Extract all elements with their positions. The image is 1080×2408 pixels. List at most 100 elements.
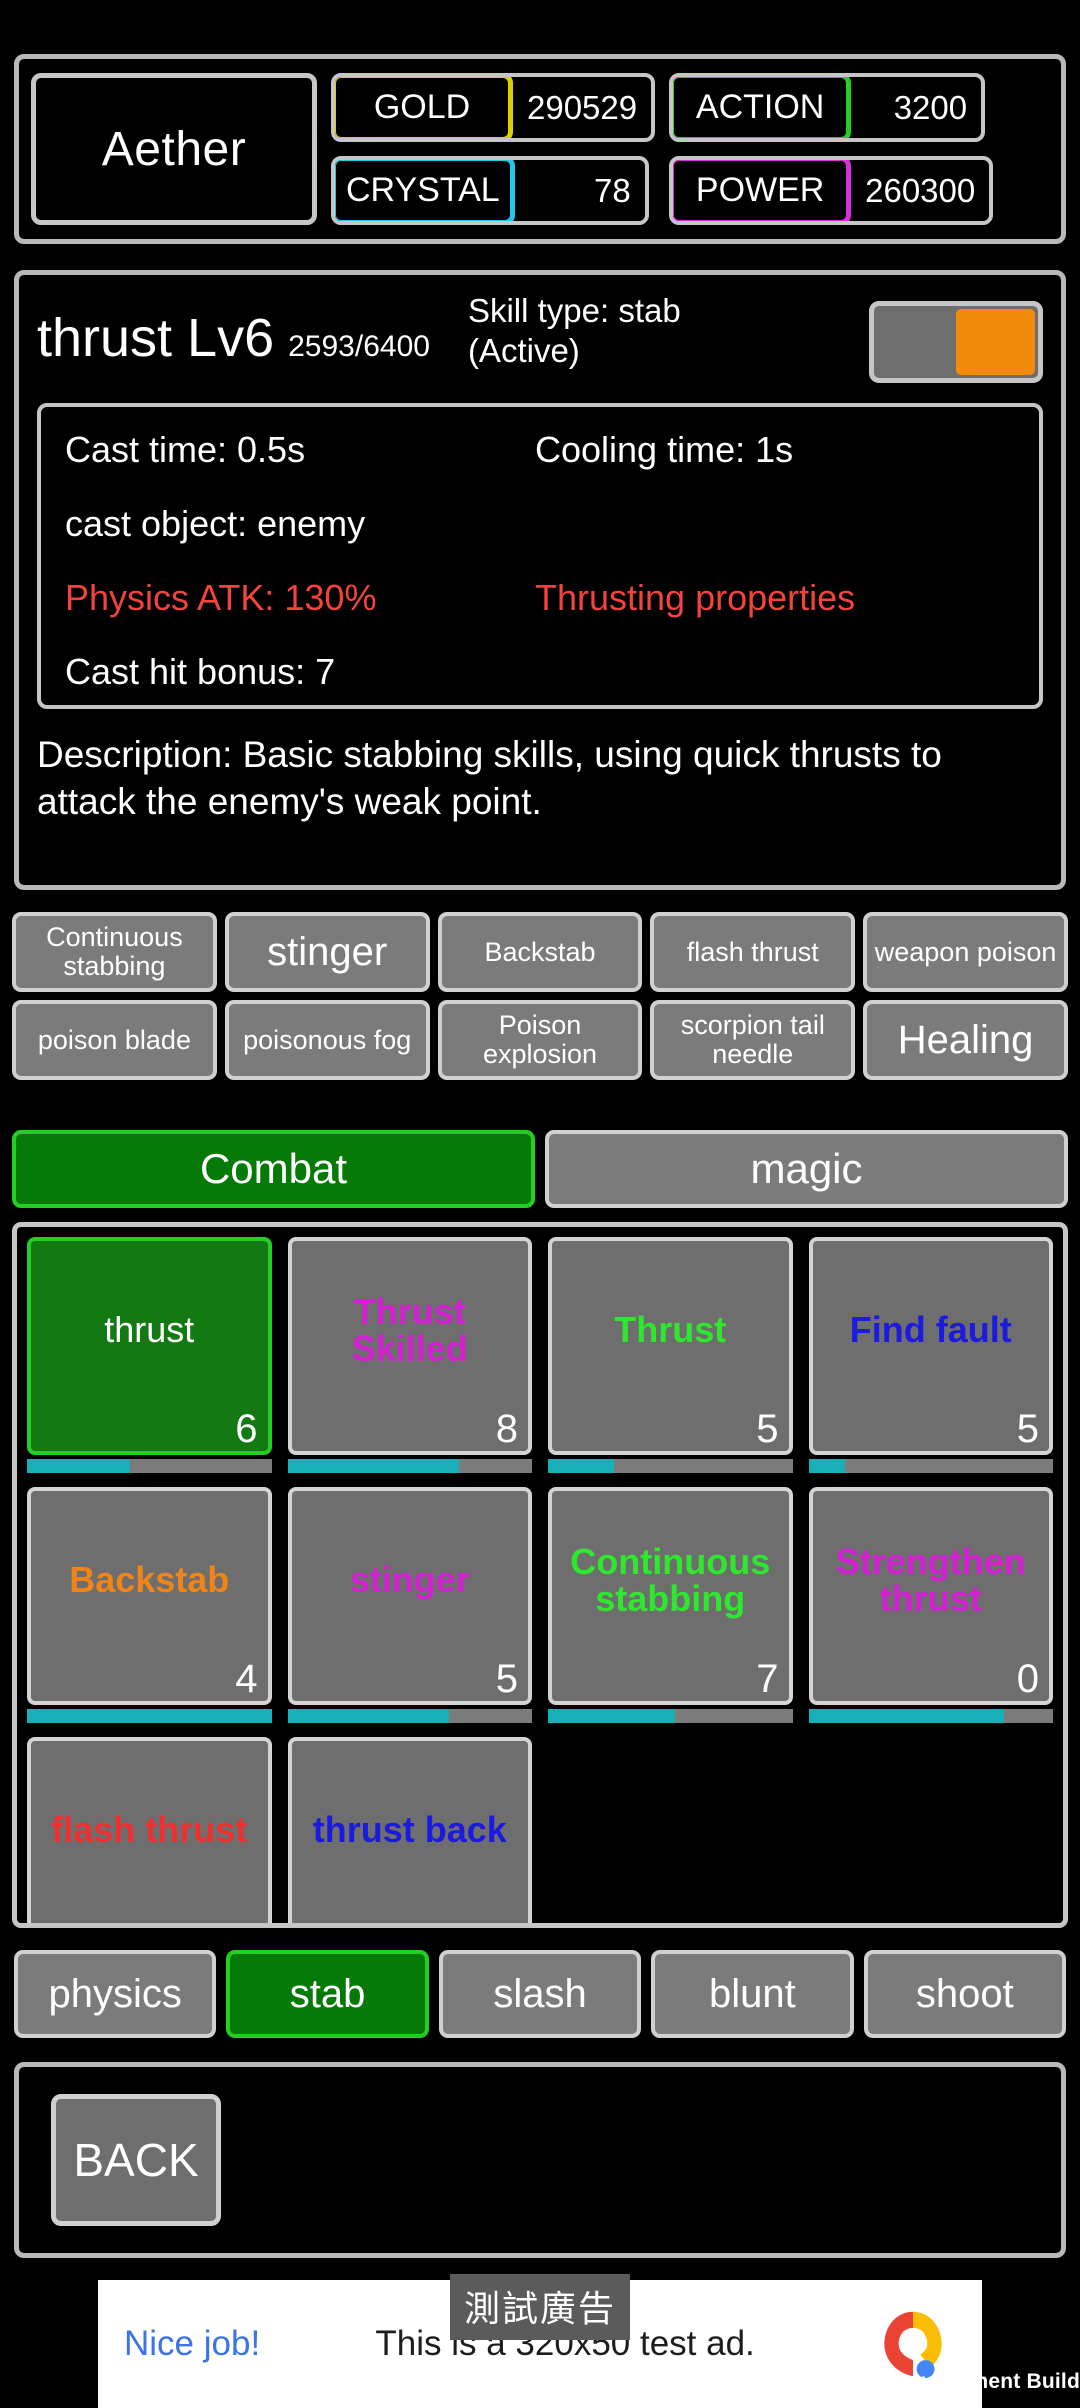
skill-card-wrap: Find fault 5 — [808, 1237, 1053, 1473]
skill-chip[interactable]: stinger — [224, 912, 430, 992]
skill-card-wrap: stinger 5 — [287, 1487, 532, 1723]
stat-row-top: GOLD 290529 — [331, 73, 656, 142]
cooling-time: Cooling time: 1s — [535, 429, 794, 470]
skill-card-wrap: Thrust Skilled 8 — [287, 1237, 532, 1473]
tab-magic[interactable]: magic — [545, 1130, 1068, 1208]
skill-detail-panel: thrust Lv6 2593/6400 Skill type: stab (A… — [14, 270, 1066, 890]
skill-chip-row-2: poison blade poisonous fog Poison explosio… — [8, 1000, 1072, 1080]
skill-card[interactable]: Find fault 5 — [808, 1237, 1053, 1455]
stat-action: ACTION 3200 — [669, 73, 986, 142]
skill-progress-fill — [287, 1709, 449, 1723]
skill-card[interactable]: Strengthen thrust 0 — [808, 1487, 1053, 1705]
skill-card-name: Strengthen thrust — [835, 1540, 1026, 1619]
skill-card-name: stinger — [349, 1559, 470, 1601]
skill-title-wrap: thrust Lv6 2593/6400 — [37, 289, 430, 369]
stat-row-bottom: CRYSTAL 78 — [331, 156, 655, 225]
skill-chip[interactable]: Poison explosion — [437, 1000, 643, 1080]
stat-group-right: ACTION 3200 POWER 260300 — [669, 73, 994, 225]
stat-row-top-2: ACTION 3200 — [669, 73, 993, 142]
skill-card[interactable]: Thrust Skilled 8 — [287, 1237, 532, 1455]
stat-row-bottom-2: POWER 260300 — [669, 156, 994, 225]
skill-card[interactable]: flash thrust — [27, 1737, 272, 1923]
skill-progress-fill — [808, 1709, 1005, 1723]
skill-chip[interactable]: Healing — [863, 1000, 1068, 1080]
skill-description: Description: Basic stabbing skills, usin… — [37, 734, 942, 823]
skill-grid-frame: thrust 6 Thrust Skilled 8 Thrust 5 Find fault 5… — [12, 1222, 1068, 1928]
skill-chip[interactable]: poison blade — [12, 1000, 217, 1080]
status-bar: Aether GOLD 290529 CRYSTAL 78 ACTION 320… — [14, 54, 1066, 244]
skill-chip[interactable]: poisonous fog — [224, 1000, 430, 1080]
filter-chip-blunt[interactable]: blunt — [651, 1950, 854, 2038]
skill-card-wrap: Continuous stabbing 7 — [548, 1487, 793, 1723]
skill-properties: Thrusting properties — [535, 577, 856, 618]
player-name-box: Aether — [31, 73, 317, 225]
skill-detail-header: thrust Lv6 2593/6400 Skill type: stab (A… — [37, 289, 1043, 397]
category-tabs: Combat magic — [12, 1130, 1068, 1208]
back-button[interactable]: BACK — [51, 2094, 221, 2226]
ad-banner[interactable]: Nice job! This is a 320x50 test ad. 測試廣告 — [98, 2274, 982, 2408]
skill-chip[interactable]: weapon poison — [863, 912, 1068, 992]
skill-card-level: 5 — [756, 1407, 779, 1451]
skill-chip[interactable]: Continuous stabbing — [12, 912, 217, 992]
skill-card-level: 4 — [235, 1657, 258, 1701]
skill-progress-bar — [808, 1709, 1053, 1723]
filter-chip-slash[interactable]: slash — [438, 1950, 642, 2038]
skill-card[interactable]: Thrust 5 — [548, 1237, 793, 1455]
skill-card-level: 5 — [1016, 1407, 1039, 1451]
cast-object: cast object: enemy — [65, 503, 366, 544]
skill-progress-bar — [287, 1709, 532, 1723]
skill-type-line1: Skill type: stab — [467, 292, 681, 329]
skill-card[interactable]: Backstab 4 — [27, 1487, 272, 1705]
skill-card-name: thrust back — [312, 1809, 507, 1851]
skill-progress-fill — [27, 1459, 130, 1473]
stat-gold-label: GOLD — [335, 77, 513, 138]
skill-progress-fill — [548, 1459, 614, 1473]
skill-card-wrap: thrust 6 — [27, 1237, 272, 1473]
development-build-watermark: velopment Build — [913, 2370, 1080, 2393]
skill-progress-fill — [808, 1459, 846, 1473]
skill-card[interactable]: thrust back — [287, 1737, 532, 1923]
skill-card-name: flash thrust — [51, 1809, 248, 1851]
stat-action-value: 3200 — [893, 88, 968, 126]
skill-card[interactable]: Continuous stabbing 7 — [548, 1487, 793, 1705]
stat-line-hit-bonus: Cast hit bonus: 7 — [65, 651, 1015, 693]
skill-type: Skill type: stab (Active) — [468, 289, 681, 372]
skill-progress-fill — [27, 1709, 272, 1723]
skill-card-name: thrust — [104, 1309, 195, 1351]
skill-progress-bar — [548, 1709, 793, 1723]
tab-combat[interactable]: Combat — [12, 1130, 535, 1208]
filter-chip-physics[interactable]: physics — [14, 1950, 217, 2038]
skill-exp: 2593/6400 — [288, 330, 430, 363]
skill-card[interactable]: stinger 5 — [287, 1487, 532, 1705]
stat-power-value: 260300 — [865, 171, 976, 209]
skill-card-level: 8 — [495, 1407, 518, 1451]
skill-chip[interactable]: scorpion tail needle — [650, 1000, 856, 1080]
stat-power-label: POWER — [673, 160, 852, 221]
skill-progress-bar — [27, 1459, 272, 1473]
skill-card-level: 0 — [1016, 1657, 1039, 1701]
filter-chip-shoot[interactable]: shoot — [863, 1950, 1067, 2038]
filter-chip-stab[interactable]: stab — [226, 1950, 429, 2038]
stat-line-object: cast object: enemy — [65, 503, 1015, 545]
skill-progress-fill — [548, 1709, 676, 1723]
skill-progress-bar — [808, 1459, 1053, 1473]
skill-title: thrust Lv6 — [37, 308, 275, 368]
toggle-knob — [956, 309, 1035, 375]
skill-card[interactable]: thrust 6 — [27, 1237, 272, 1455]
skill-progress-bar — [27, 1709, 272, 1723]
skill-card-wrap: flash thrust — [27, 1737, 272, 1923]
skill-active-toggle[interactable] — [869, 301, 1043, 383]
physics-atk: Physics ATK: 130% — [65, 577, 377, 618]
skill-card-wrap: thrust back — [287, 1737, 532, 1923]
stat-crystal-value: 78 — [593, 171, 631, 209]
skill-chip[interactable]: flash thrust — [650, 912, 856, 992]
ad-test-badge: 測試廣告 — [449, 2274, 631, 2340]
skill-card-name: Thrust Skilled — [351, 1290, 468, 1369]
skill-chip[interactable]: Backstab — [437, 912, 643, 992]
skill-card-wrap: Strengthen thrust 0 — [808, 1487, 1053, 1723]
stat-gold-value: 290529 — [527, 88, 638, 126]
stat-gold: GOLD 290529 — [331, 73, 656, 142]
stat-crystal: CRYSTAL 78 — [331, 156, 649, 225]
bottom-bar: BACK — [14, 2062, 1066, 2258]
skill-card-name: Thrust — [614, 1309, 727, 1351]
